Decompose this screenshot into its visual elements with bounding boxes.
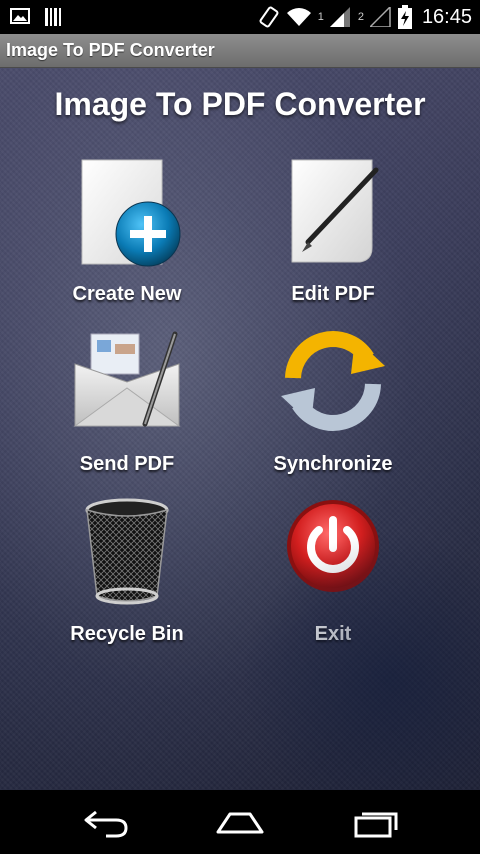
document-pen-icon bbox=[291, 159, 379, 263]
recycle-bin-button[interactable]: Recycle Bin bbox=[37, 496, 217, 646]
signal-icon bbox=[329, 7, 350, 27]
home-button[interactable] bbox=[210, 804, 270, 840]
create-new-label: Create New bbox=[72, 283, 182, 305]
send-pdf-button[interactable]: Send PDF bbox=[37, 326, 217, 476]
trash-bin-icon bbox=[85, 498, 169, 605]
sync-icon bbox=[281, 331, 385, 431]
status-bar: 1 2 16:45 bbox=[0, 0, 480, 34]
sim2-label: 2 bbox=[357, 11, 364, 23]
recent-apps-button[interactable] bbox=[346, 804, 406, 840]
sim1-label: 1 bbox=[317, 11, 324, 23]
synchronize-label: Synchronize bbox=[273, 453, 393, 475]
recent-apps-icon bbox=[354, 812, 398, 838]
edit-pdf-label: Edit PDF bbox=[291, 283, 375, 305]
navigation-bar bbox=[0, 790, 480, 854]
back-button[interactable] bbox=[76, 804, 136, 840]
recycle-bin-label: Recycle Bin bbox=[70, 623, 184, 645]
back-icon bbox=[84, 810, 128, 838]
envelope-icon bbox=[73, 331, 181, 427]
status-time: 16:45 bbox=[421, 5, 472, 28]
gallery-icon bbox=[10, 8, 30, 24]
document-add-icon bbox=[81, 159, 181, 267]
wifi-icon bbox=[286, 8, 311, 26]
edit-pdf-button[interactable]: Edit PDF bbox=[243, 156, 423, 306]
page-title: Image To PDF Converter bbox=[54, 86, 426, 122]
home-icon bbox=[216, 812, 264, 834]
exit-label: Exit bbox=[314, 623, 352, 645]
synchronize-button[interactable]: Synchronize bbox=[243, 326, 423, 476]
barcode-icon bbox=[45, 8, 61, 26]
app-title: Image To PDF Converter bbox=[6, 40, 215, 60]
send-pdf-label: Send PDF bbox=[79, 453, 175, 475]
exit-button[interactable]: Exit bbox=[243, 496, 423, 646]
power-icon bbox=[287, 500, 379, 592]
main-content: Image To PDF Converter Create New Edit P… bbox=[0, 68, 480, 790]
rotate-icon bbox=[259, 6, 279, 28]
app-title-bar: Image To PDF Converter bbox=[0, 34, 480, 68]
signal-icon bbox=[369, 7, 391, 27]
create-new-button[interactable]: Create New bbox=[37, 156, 217, 306]
battery-icon bbox=[397, 5, 412, 29]
